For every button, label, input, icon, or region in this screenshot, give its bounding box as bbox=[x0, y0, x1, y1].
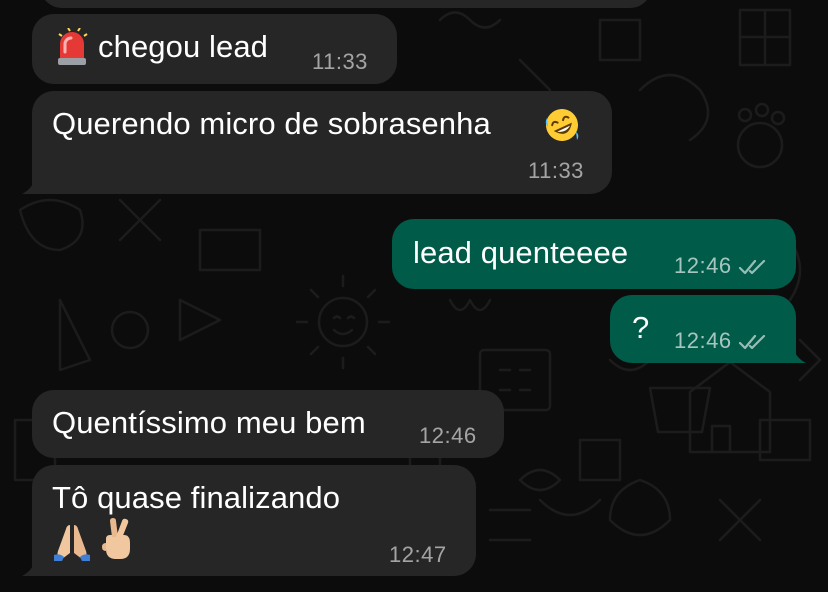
message-text: Tô quase finalizando bbox=[52, 480, 341, 515]
bubble-tail bbox=[22, 174, 44, 194]
message-timestamp: 12:47 bbox=[389, 542, 447, 567]
read-double-check-icon bbox=[738, 260, 765, 275]
bubble-tail bbox=[784, 343, 806, 363]
message-bubble-incoming[interactable]: Quentíssimo meu bem 12:46 bbox=[32, 390, 504, 458]
police-light-emoji bbox=[56, 27, 88, 75]
read-double-check-icon bbox=[738, 335, 765, 350]
message-timestamp: 12:46 bbox=[674, 254, 768, 278]
message-timestamp: 11:33 bbox=[312, 49, 368, 74]
crossed-fingers-emoji bbox=[98, 517, 136, 570]
message-text: ? bbox=[632, 310, 650, 345]
message-bubble-incoming[interactable]: Querendo micro de sobrasenha 11:33 bbox=[22, 91, 612, 194]
message-bubble-outgoing[interactable]: ? 12:46 bbox=[610, 295, 806, 363]
message-bubble-outgoing[interactable]: lead quenteeee 12:46 bbox=[392, 219, 796, 289]
message-text: Quentíssimo meu bem bbox=[52, 405, 366, 440]
message-timestamp: 12:46 bbox=[674, 329, 768, 353]
folded-hands-emoji bbox=[52, 521, 92, 570]
bubble-tail bbox=[22, 556, 44, 576]
rolling-on-floor-laughing-emoji bbox=[543, 106, 581, 153]
message-bubble-incoming[interactable]: Tô quase finalizando 12:47 bbox=[22, 465, 476, 576]
message-timestamp: 11:33 bbox=[528, 158, 584, 183]
message-text: Querendo micro de sobrasenha bbox=[52, 106, 491, 141]
chat-background: chegou lead 11:33 Querendo micro de sobr… bbox=[0, 0, 828, 592]
message-bubble-incoming[interactable]: chegou lead 11:33 bbox=[32, 14, 397, 84]
partial-bubble-top bbox=[40, 0, 652, 8]
message-timestamp: 12:46 bbox=[419, 423, 477, 448]
message-text: chegou lead bbox=[98, 29, 269, 64]
message-text: lead quenteeee bbox=[413, 235, 629, 270]
